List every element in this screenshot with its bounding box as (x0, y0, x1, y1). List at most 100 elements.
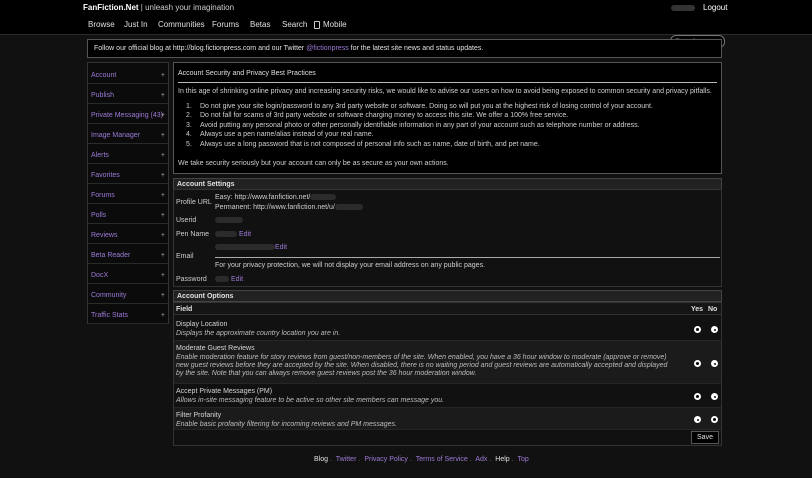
footer-adx-link[interactable]: Adx (475, 456, 487, 463)
footer-links: Blog. Twitter. Privacy Policy. Terms of … (314, 456, 529, 463)
sidebar-item-image-manager[interactable]: Image Manager + (88, 126, 168, 144)
expand-plus-icon[interactable]: + (161, 312, 165, 319)
best-practices-title: Account Security and Privacy Best Practi… (178, 70, 316, 77)
easy-url-row: Easy: http://www.fanfiction.net/ (215, 194, 337, 201)
best-practices-intro: In this age of shrinking online privacy … (178, 88, 712, 95)
expand-plus-icon[interactable]: + (161, 192, 165, 199)
radio-yes[interactable] (694, 393, 701, 400)
option-description: Displays the approximate country locatio… (176, 330, 341, 337)
radio-yes[interactable] (694, 416, 701, 423)
username-redacted[interactable] (671, 4, 695, 11)
profile-url-label: Profile URL (176, 199, 212, 206)
edit-email-link[interactable]: Edit (275, 244, 287, 251)
redacted-value (215, 231, 237, 238)
sidebar-item-docx[interactable]: DocX + (88, 266, 168, 284)
footer-privacy-link[interactable]: Privacy Policy (364, 456, 408, 463)
expand-plus-icon[interactable]: + (161, 212, 165, 219)
nav-browse[interactable]: Browse (88, 20, 115, 29)
sidebar-item-alerts[interactable]: Alerts + (88, 146, 168, 164)
sidebar-item-community[interactable]: Community + (88, 286, 168, 304)
sidebar-item-label: Publish (91, 92, 114, 99)
nav-mobile[interactable]: Mobile (314, 20, 347, 29)
radio-no[interactable] (711, 326, 718, 333)
sidebar-item-label: Community (91, 292, 127, 299)
permanent-label: Permanent: (215, 204, 252, 211)
pen-name-row: Edit (215, 231, 251, 238)
sidebar-item-reviews[interactable]: Reviews + (88, 226, 168, 244)
site-brand[interactable]: FanFiction.Net | unleash your imaginatio… (83, 3, 234, 12)
col-yes: Yes (691, 306, 704, 313)
expand-plus-icon[interactable]: + (161, 232, 165, 239)
footer-help-link[interactable]: Help (495, 456, 509, 463)
expand-plus-icon[interactable]: + (161, 112, 165, 119)
sidebar-item-label: Alerts (91, 152, 109, 159)
list-item: 3. Avoid putting any personal photo or ot… (186, 121, 640, 129)
expand-plus-icon[interactable]: + (161, 152, 165, 159)
option-description: Enable moderation feature for story revi… (176, 354, 668, 377)
site-tagline: unleash your imagination (145, 3, 235, 12)
sidebar-item-label: Reviews (91, 232, 118, 239)
logout-link[interactable]: Logout (703, 3, 727, 12)
save-button[interactable]: Save (691, 431, 719, 444)
nav-forums[interactable]: Forums (212, 20, 239, 29)
edit-pen-name-link[interactable]: Edit (239, 231, 251, 238)
email-privacy-note: For your privacy protection, we will not… (215, 262, 486, 269)
expand-plus-icon[interactable]: + (161, 252, 165, 259)
option-row-accept-private-messages: Accept Private Messages (PM) Allows in-s… (174, 384, 721, 408)
email-row: Edit (215, 244, 287, 251)
expand-plus-icon[interactable]: + (161, 272, 165, 279)
sidebar-item-forums[interactable]: Forums + (88, 186, 168, 204)
option-title: Display Location (176, 321, 228, 328)
option-description: Allows in-site messaging feature to be a… (176, 397, 445, 404)
permanent-url-link[interactable]: http://www.fanfiction.net/u/ (253, 204, 335, 211)
best-practices-outro: We take security seriously but your acco… (178, 160, 449, 167)
nav-just-in[interactable]: Just In (124, 20, 148, 29)
sidebar-item-private-messaging[interactable]: Private Messaging (43) + (88, 106, 168, 124)
radio-no[interactable] (711, 393, 718, 400)
nav-search[interactable]: Search (282, 20, 307, 29)
account-options: Field Yes No Display Location Displays t… (173, 302, 722, 446)
sidebar-item-label: Polls (91, 212, 107, 219)
edit-password-link[interactable]: Edit (231, 276, 243, 283)
sidebar-item-traffic-stats[interactable]: Traffic Stats + (88, 306, 168, 324)
easy-label: Easy: (215, 194, 233, 201)
expand-plus-icon[interactable]: + (161, 92, 165, 99)
expand-plus-icon[interactable]: + (161, 292, 165, 299)
radio-yes[interactable] (694, 360, 701, 367)
best-practices-list: 1. Do not give your site login/password t… (186, 103, 653, 150)
sidebar-item-publish[interactable]: Publish + (88, 86, 168, 104)
userid-value (215, 217, 243, 224)
sidebar-item-label: Image Manager (91, 132, 141, 139)
footer-blog-link[interactable]: Blog (314, 456, 328, 463)
footer-top-link[interactable]: Top (517, 456, 528, 463)
sidebar-item-beta-reader[interactable]: Beta Reader + (88, 246, 168, 264)
footer-twitter-link[interactable]: Twitter (336, 456, 357, 463)
account-options-header: Account Options (173, 290, 722, 302)
radio-yes[interactable] (694, 326, 701, 333)
sidebar-item-label: Traffic Stats (91, 312, 128, 319)
redacted-value (215, 276, 229, 283)
permanent-url-row: Permanent: http://www.fanfiction.net/u/ (215, 204, 363, 211)
footer-terms-link[interactable]: Terms of Service (416, 456, 468, 463)
sidebar-item-favorites[interactable]: Favorites + (88, 166, 168, 184)
sidebar-item-account[interactable]: Account + (88, 66, 168, 84)
account-sidebar: Account + Publish + Private Messaging (43)… (87, 62, 169, 324)
nav-betas[interactable]: Betas (250, 20, 270, 29)
list-item: 1. Do not give your site login/password t… (186, 103, 653, 110)
site-logo[interactable]: FanFiction.Net (83, 3, 139, 12)
expand-plus-icon[interactable]: + (161, 172, 165, 179)
redacted-value (334, 204, 363, 211)
expand-plus-icon[interactable]: + (161, 132, 165, 139)
sidebar-item-polls[interactable]: Polls + (88, 206, 168, 224)
option-title: Moderate Guest Reviews (176, 345, 255, 352)
pen-name-label: Pen Name (176, 231, 210, 238)
main-nav: Browse Just In Communities Forums Betas … (0, 17, 812, 48)
expand-plus-icon[interactable]: + (161, 72, 165, 79)
option-row-filter-profanity: Filter Profanity Enable basic profanity … (174, 408, 721, 430)
twitter-handle-link[interactable]: @fictionpress (306, 45, 349, 52)
nav-communities[interactable]: Communities (158, 20, 205, 29)
password-label: Password (176, 276, 207, 283)
radio-no[interactable] (711, 360, 718, 367)
radio-no[interactable] (711, 416, 718, 423)
easy-url-link[interactable]: http://www.fanfiction.net/ (234, 194, 310, 201)
